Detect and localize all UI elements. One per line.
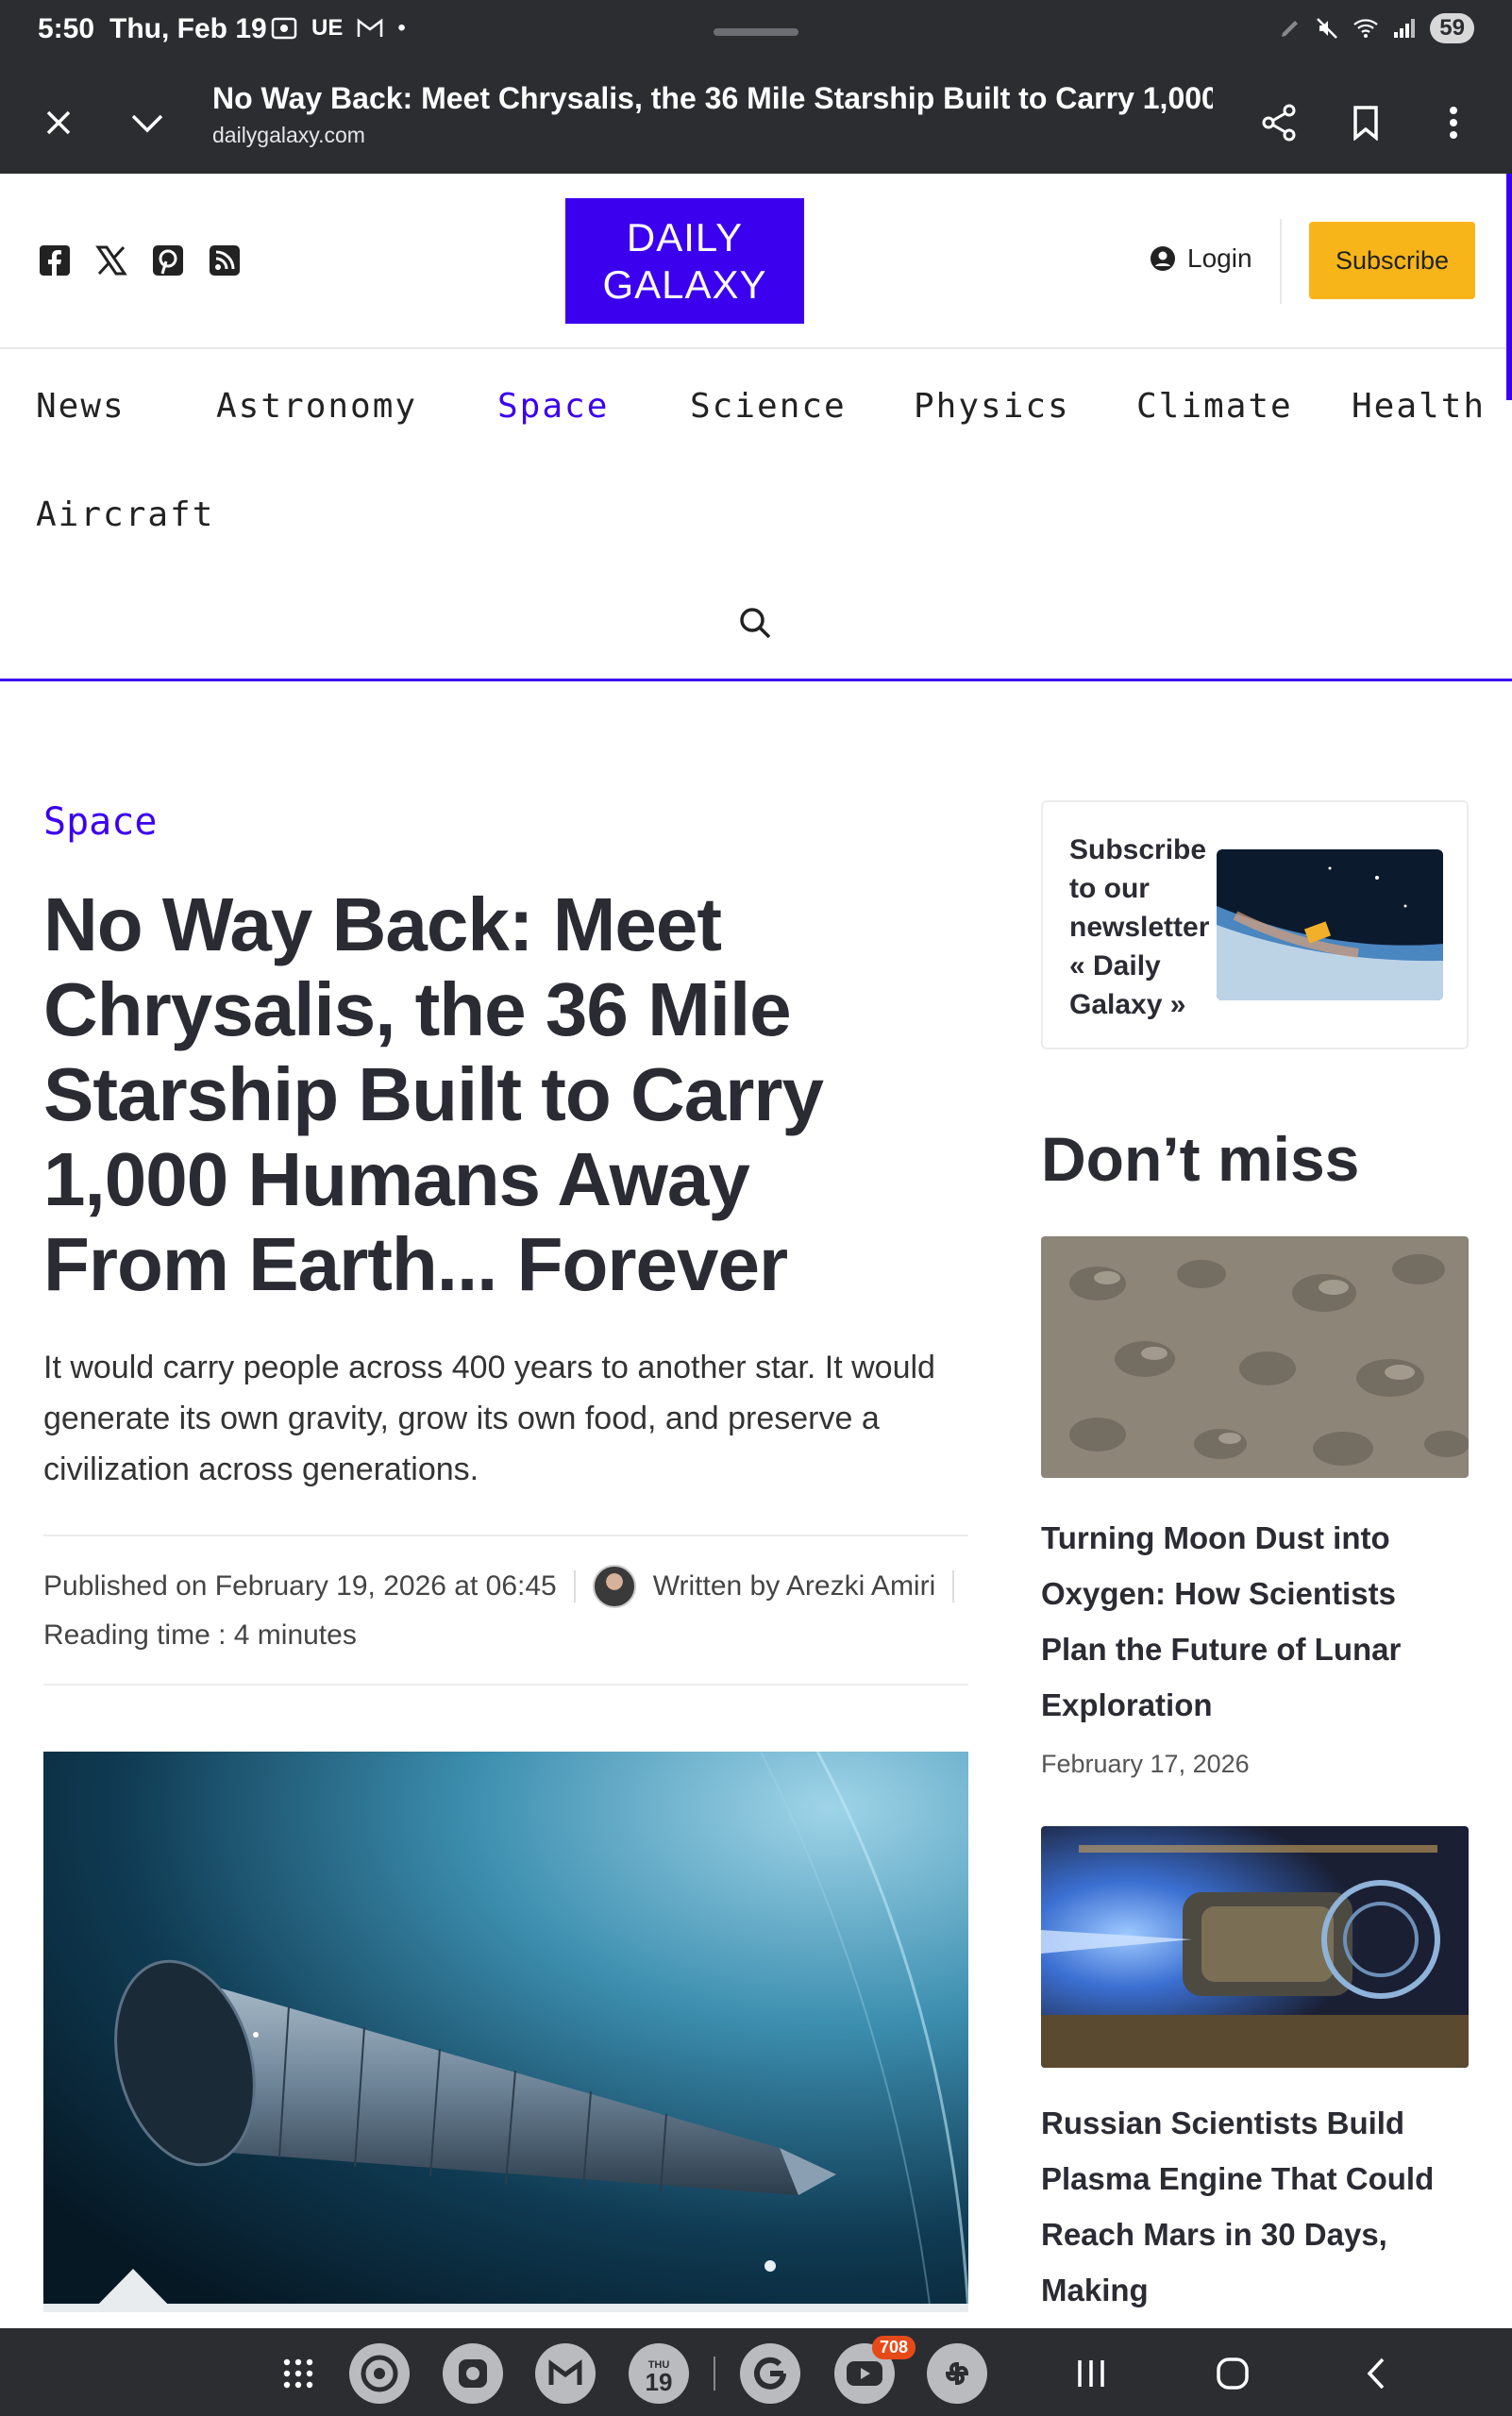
youtube-app-icon[interactable]: 708 [834,2336,916,2404]
published-date: Published on February 19, 2026 at 06:45 [43,1570,557,1602]
tab-page-title: No Way Back: Meet Chrysalis, the 36 Mile… [212,81,1213,115]
back-button[interactable] [1355,2353,1397,2394]
nav-item-news[interactable]: News [36,387,126,426]
logo-line-2: GALAXY [602,261,767,307]
login-label: Login [1187,243,1252,273]
camera-app-icon[interactable] [443,2343,503,2404]
logo-line-1: DAILY [626,214,744,260]
meta-separator [573,1570,576,1602]
status-ue-label: UE [311,15,344,41]
user-circle-icon [1151,246,1175,271]
search-button[interactable] [736,604,774,642]
custom-tab-bar: No Way Back: Meet Chrysalis, the 36 Mile… [0,66,1512,174]
android-taskbar: THU 19 708 [0,2328,1512,2416]
drag-handle[interactable] [714,28,798,36]
card-title-moon-dust[interactable]: Turning Moon Dust into Oxygen: How Scien… [1041,1510,1469,1733]
signal-icon [1394,19,1416,38]
mute-icon [1317,18,1338,39]
screen-record-icon [271,17,297,40]
article-meta: Published on February 19, 2026 at 06:45 … [43,1565,955,1608]
more-options-button[interactable] [1425,94,1482,151]
apps-grid-icon [283,2358,313,2389]
pen-icon [1282,21,1299,37]
card-image-plasma-engine[interactable] [1041,1826,1469,2068]
dont-miss-heading: Don’t miss [1041,1124,1360,1194]
card-title-plasma-engine[interactable]: Russian Scientists Build Plasma Engine T… [1041,2095,1469,2318]
nav-item-science[interactable]: Science [690,387,847,426]
chevron-down-icon [131,114,163,133]
more-vert-icon [1450,107,1457,139]
newsletter-image [1217,849,1443,1000]
pinterest-icon[interactable] [151,243,185,277]
meta-divider-top [43,1535,968,1536]
article-dek: It would carry people across 400 years t… [43,1350,935,1487]
tab-url[interactable]: dailygalaxy.com [212,123,365,148]
nav-item-aircraft[interactable]: Aircraft [36,495,214,534]
newsletter-box[interactable]: Subscribe to our newsletter « Daily Gala… [1041,800,1469,1049]
login-button[interactable]: Login [1150,243,1252,274]
share-icon [1262,104,1296,142]
search-icon [740,608,771,639]
calendar-date: 19 [645,2368,673,2396]
card-image-moon-dust[interactable] [1041,1236,1469,1478]
nav-item-climate[interactable]: Climate [1136,387,1293,426]
rss-icon[interactable] [208,243,242,277]
minimize-tab-button[interactable] [119,94,176,151]
recents-icon [1078,2360,1104,2387]
wifi-icon [1353,19,1379,38]
subscribe-button[interactable]: Subscribe [1309,222,1475,299]
calendar-app-icon[interactable]: THU 19 [629,2343,689,2404]
pinwheel-app-icon[interactable] [927,2343,987,2404]
header-divider [1280,219,1282,304]
reading-time: Reading time : 4 minutes [43,1619,357,1651]
card-date-moon-dust: February 17, 2026 [1041,1750,1250,1778]
close-tab-button[interactable] [30,94,87,151]
meta-divider-bottom [43,1684,968,1686]
gmail-app-icon[interactable] [535,2343,596,2404]
x-icon[interactable] [94,243,128,277]
facebook-icon[interactable] [38,243,72,277]
social-links [38,243,242,277]
nav-item-space[interactable]: Space [497,387,609,426]
close-icon [46,110,71,135]
share-button[interactable] [1251,94,1307,151]
home-button[interactable] [1212,2353,1253,2394]
status-bar: 5:50 Thu, Feb 19 UE • 59 [0,0,1512,66]
nav-item-astronomy[interactable]: Astronomy [216,387,417,426]
main-nav: News Astronomy Space Science Physics Cli… [0,349,1512,681]
author-byline[interactable]: Written by Arezki Amiri [653,1570,936,1602]
battery-level: 59 [1430,13,1474,43]
article-hero-image [43,1752,968,2312]
status-dot: • [397,15,406,41]
author-avatar[interactable] [592,1565,636,1608]
site-header: DAILY GALAXY Login Subscribe [0,174,1512,349]
article-headline: No Way Back: Meet Chrysalis, the 36 Mile… [43,882,824,1306]
nav-item-health[interactable]: Health [1352,387,1486,426]
back-icon [1367,2357,1385,2390]
nav-item-physics[interactable]: Physics [914,387,1070,426]
chrome-app-icon[interactable] [349,2343,410,2404]
gmail-icon [358,18,383,37]
bookmark-button[interactable] [1337,94,1394,151]
site-logo[interactable]: DAILY GALAXY [565,198,804,324]
status-date: Thu, Feb 19 [109,13,267,44]
google-app-icon[interactable] [740,2343,800,2404]
meta-separator [952,1570,955,1602]
recent-apps-button[interactable] [1070,2353,1112,2394]
status-time: 5:50 [38,13,95,44]
app-drawer-button[interactable] [277,2353,319,2394]
bookmark-icon [1353,106,1378,141]
home-icon [1217,2357,1249,2390]
article-category[interactable]: Space [43,800,157,844]
newsletter-text: Subscribe to our newsletter « Daily Gala… [1069,834,1210,1020]
youtube-notification-badge: 708 [871,2336,916,2359]
taskbar-divider [714,2357,715,2391]
